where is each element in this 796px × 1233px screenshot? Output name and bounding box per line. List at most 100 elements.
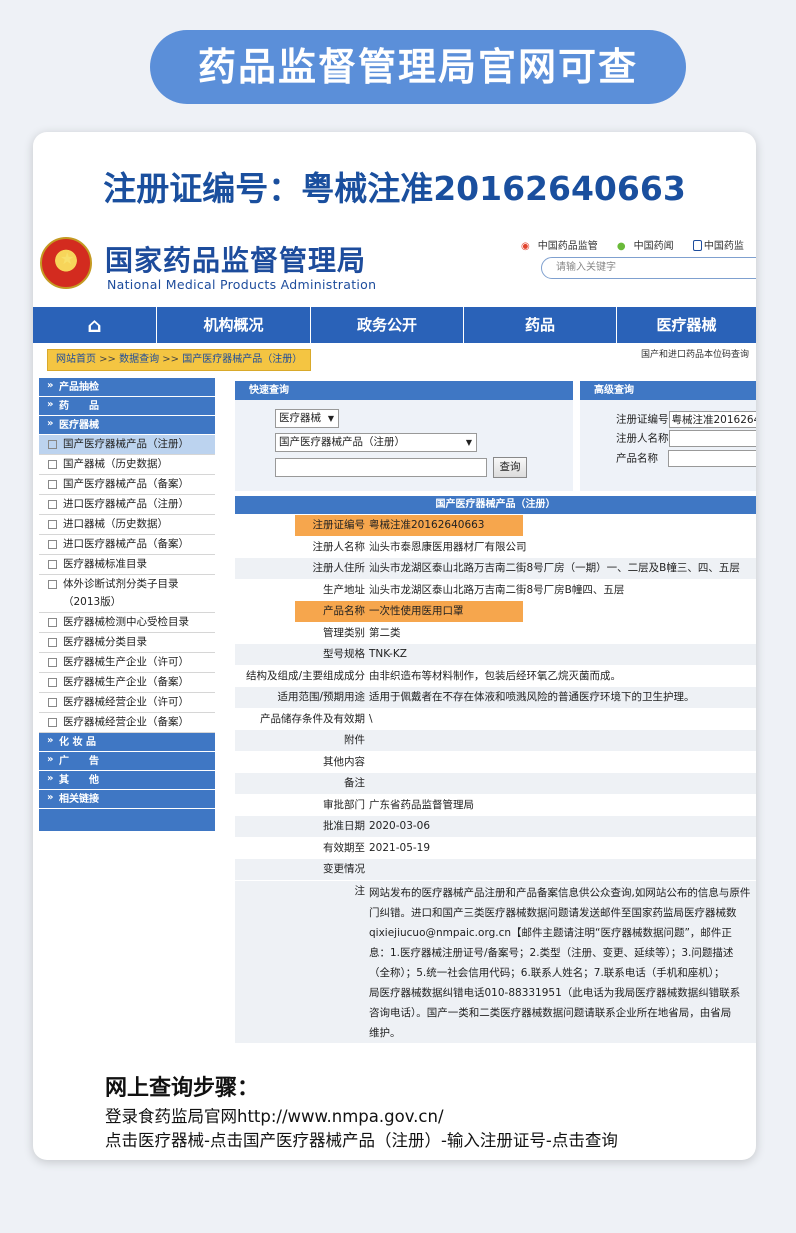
result-row: 有效期至 2021-05-19 bbox=[235, 837, 756, 859]
breadcrumb-home[interactable]: 网站首页 bbox=[56, 354, 96, 365]
note-label: 注 bbox=[235, 880, 367, 1043]
note-line: 局医疗器械数据纠错电话010-88331951（此电话为我局医疗器械数据纠错联系 bbox=[369, 986, 741, 999]
result-field-label: 有效期至 bbox=[235, 837, 367, 858]
result-field-value: 由非织造布等材料制作，包装后经环氧乙烷灭菌而成。 bbox=[367, 665, 756, 686]
advanced-search-panel: 注册证编号粤械注准20162640663 注册人名称 产品名称 bbox=[580, 400, 756, 491]
sidebar-item[interactable]: 进口器械（历史数据） bbox=[39, 515, 215, 535]
search-button[interactable]: 查询 bbox=[493, 457, 527, 478]
result-field-value: 广东省药品监督管理局 bbox=[367, 794, 756, 815]
sidebar-item[interactable]: 医疗器械生产企业（备案） bbox=[39, 673, 215, 693]
sidebar-item[interactable]: 国产医疗器械产品（注册） bbox=[39, 435, 215, 455]
result-field-value bbox=[367, 751, 756, 772]
result-row: 其他内容 bbox=[235, 751, 756, 773]
note-line: （全称）；5.统一社会信用代码；6.联系人姓名；7.联系电话（手机和座机）； bbox=[369, 966, 725, 979]
nav-item-about[interactable]: 机构概况 bbox=[157, 307, 311, 343]
sidebar-section-header[interactable]: 药 品 bbox=[39, 395, 215, 416]
sidebar-section-header[interactable]: 其 他 bbox=[39, 769, 215, 790]
note-line: 咨询电话）。国产一类和二类医疗器械数据问题请联系企业所在地省局，由省局 bbox=[369, 1006, 732, 1019]
result-row: 型号规格 TNK-KZ bbox=[235, 644, 756, 666]
wechat-icon: ● bbox=[616, 241, 626, 252]
sidebar-item[interactable]: 国产器械（历史数据） bbox=[39, 455, 215, 475]
sidebar-item[interactable]: 医疗器械经营企业（备案） bbox=[39, 713, 215, 733]
result-title: 国产医疗器械产品（注册） bbox=[235, 496, 756, 514]
site-header: ★ 国家药品监督管理局 National Medical Products Ad… bbox=[33, 227, 756, 317]
breadcrumb-data[interactable]: 数据查询 bbox=[119, 354, 159, 365]
nav-item-drugs[interactable]: 药品 bbox=[464, 307, 617, 343]
site-name-en: National Medical Products Administration bbox=[107, 277, 377, 292]
site-name-cn[interactable]: 国家药品监督管理局 bbox=[105, 239, 366, 279]
breadcrumb: 网站首页 >> 数据查询 >> 国产医疗器械产品（注册） bbox=[47, 349, 312, 371]
nav-item-devices[interactable]: 医疗器械 bbox=[617, 307, 756, 343]
registration-number-title: 注册证编号：粤械注准20162640663 bbox=[103, 169, 686, 208]
result-field-label: 型号规格 bbox=[235, 644, 367, 665]
result-field-value: \ bbox=[367, 708, 756, 729]
top-link-weibo[interactable]: ◉ 中国药品监管 bbox=[521, 241, 606, 252]
sidebar-section-header[interactable]: 广 告 bbox=[39, 750, 215, 771]
top-link-wechat[interactable]: ● 中国药闻 bbox=[617, 241, 682, 252]
national-emblem-icon: ★ bbox=[40, 237, 92, 289]
result-row: 生产地址 汕头市龙湖区泰山北路万吉南二街8号厂房B幢四、五层 bbox=[235, 579, 756, 601]
sidebar-section-header[interactable]: 相关链接 bbox=[39, 788, 215, 809]
sidebar-section-header[interactable]: 医疗器械 bbox=[39, 414, 215, 435]
sidebar-item[interactable]: 医疗器械标准目录 bbox=[39, 555, 215, 575]
phone-icon bbox=[692, 240, 702, 251]
result-field-label: 产品储存条件及有效期 bbox=[235, 708, 367, 729]
result-field-label: 结构及组成/主要组成成分 bbox=[235, 665, 367, 686]
sidebar: 产品抽检药 品医疗器械国产医疗器械产品（注册）国产器械（历史数据）国产医疗器械产… bbox=[39, 376, 215, 831]
database-select[interactable]: 国产医疗器械产品（注册） ▼ bbox=[275, 433, 477, 452]
quick-search-title: 快速查询 bbox=[235, 381, 573, 400]
main-nav: ⌂ 机构概况 政务公开 药品 医疗器械 bbox=[33, 307, 756, 343]
home-icon[interactable]: ⌂ bbox=[33, 307, 157, 343]
sidebar-item[interactable]: 医疗器械检测中心受检目录 bbox=[39, 613, 215, 633]
sidebar-item[interactable]: 医疗器械生产企业（许可） bbox=[39, 653, 215, 673]
banner-title: 药品监督管理局官网可查 bbox=[150, 30, 686, 104]
result-field-value bbox=[367, 859, 756, 880]
note-line: 维护。 bbox=[369, 1026, 401, 1039]
result-row: 产品名称 一次性使用医用口罩 bbox=[235, 601, 756, 623]
result-field-value bbox=[367, 773, 756, 794]
adv-field-product: 产品名称 bbox=[616, 450, 756, 467]
note-line: 息：1.医疗器械注册证号/备案号；2.类型（注册、变更、延续等）；3.问题描述 bbox=[369, 946, 734, 959]
result-field-label: 适用范围/预期用途 bbox=[235, 687, 367, 708]
top-link-mobile[interactable]: 中国药监 bbox=[692, 240, 752, 252]
sidebar-item[interactable]: 医疗器械经营企业（许可） bbox=[39, 693, 215, 713]
result-field-value: 汕头市泰恩康医用器材厂有限公司 bbox=[367, 536, 756, 557]
site-search-input[interactable]: 请输入关键字 bbox=[541, 257, 756, 279]
result-field-value: 汕头市龙湖区泰山北路万吉南二街8号厂房B幢四、五层 bbox=[367, 579, 756, 600]
result-field-label: 变更情况 bbox=[235, 859, 367, 880]
sidebar-item[interactable]: 体外诊断试剂分类子目录 （2013版） bbox=[39, 575, 215, 613]
drug-code-query-link[interactable]: 国产和进口药品本位码查询 bbox=[641, 347, 749, 360]
category-select[interactable]: 医疗器械 ▼ bbox=[275, 409, 339, 428]
nav-item-government[interactable]: 政务公开 bbox=[311, 307, 464, 343]
breadcrumb-current[interactable]: 国产医疗器械产品（注册） bbox=[182, 354, 302, 365]
sidebar-item[interactable]: 进口医疗器械产品（备案） bbox=[39, 535, 215, 555]
result-field-value: 粤械注准20162640663 bbox=[369, 519, 485, 531]
result-row: 变更情况 bbox=[235, 859, 756, 881]
result-field-label: 审批部门 bbox=[235, 794, 367, 815]
steps-line-2: 点击医疗器械-点击国产医疗器械产品（注册）-输入注册证号-点击查询 bbox=[105, 1131, 618, 1150]
note-line: 门纠错。进口和国产三类医疗器械数据问题请发送邮件至国家药监局医疗器械数 bbox=[369, 906, 737, 919]
sidebar-item[interactable]: 国产医疗器械产品（备案） bbox=[39, 475, 215, 495]
note-line: 网站发布的医疗器械产品注册和产品备案信息供公众查询,如网站公布的信息与原件 bbox=[369, 886, 751, 899]
steps-line-1: 登录食药监局官网http://www.nmpa.gov.cn/ bbox=[105, 1107, 444, 1126]
product-name-input[interactable] bbox=[668, 450, 756, 467]
reg-no-input[interactable]: 粤械注准20162640663 bbox=[668, 411, 756, 428]
result-field-label: 管理类别 bbox=[235, 622, 367, 643]
chevron-down-icon: ▼ bbox=[465, 438, 472, 447]
quick-search-input[interactable] bbox=[275, 458, 487, 477]
result-table: 注册证编号 粤械注准20162640663 注册人名称 汕头市泰恩康医用器材厂有限公司… bbox=[235, 515, 756, 1044]
sidebar-section-header[interactable]: 化 妆 品 bbox=[39, 731, 215, 752]
result-field-label: 其他内容 bbox=[235, 751, 367, 772]
sidebar-section-header[interactable]: 产品抽检 bbox=[39, 376, 215, 397]
sidebar-item[interactable]: 医疗器械分类目录 bbox=[39, 633, 215, 653]
sidebar-item[interactable]: 进口医疗器械产品（注册） bbox=[39, 495, 215, 515]
result-field-label: 注册人名称 bbox=[235, 536, 367, 557]
adv-field-reg-no: 注册证编号粤械注准20162640663 bbox=[616, 411, 756, 428]
result-row: 附件 bbox=[235, 730, 756, 752]
result-field-label: 注册证编号 bbox=[312, 519, 366, 531]
registrant-input[interactable] bbox=[668, 430, 756, 447]
result-row: 注册人住所 汕头市龙湖区泰山北路万吉南二街8号厂房（一期）一、二层及B幢三、四、五… bbox=[235, 558, 756, 580]
result-row: 注册人名称 汕头市泰恩康医用器材厂有限公司 bbox=[235, 536, 756, 558]
note-text: 网站发布的医疗器械产品注册和产品备案信息供公众查询,如网站公布的信息与原件 门纠错… bbox=[367, 880, 756, 1043]
result-field-value: 2020-03-06 bbox=[367, 816, 756, 837]
